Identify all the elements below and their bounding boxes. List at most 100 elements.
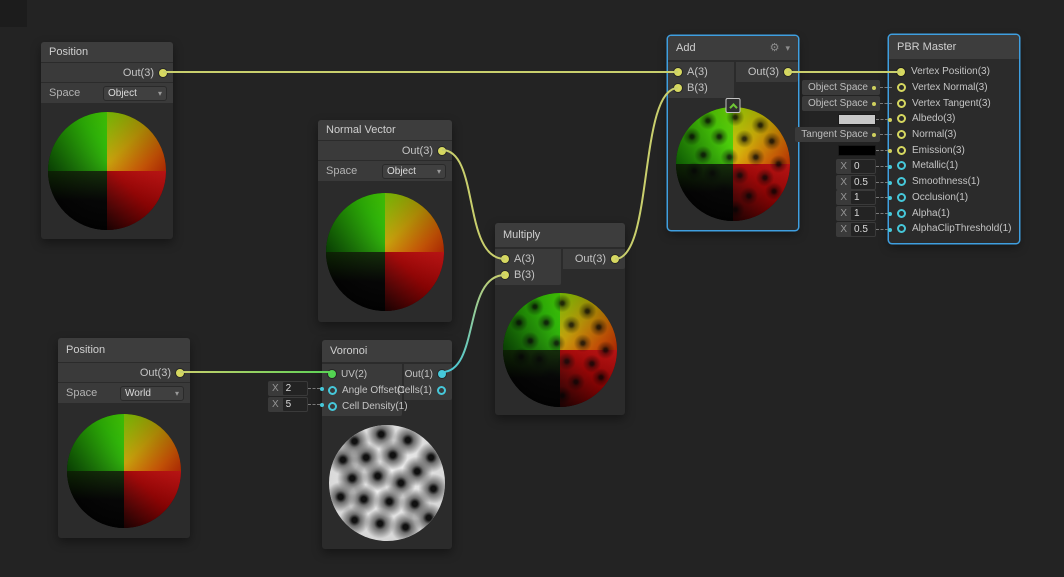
vector1-field[interactable]: X 0 [836,159,876,174]
chevron-down-icon: ▾ [437,167,441,176]
preview-sphere [67,414,181,528]
collapse-preview-button[interactable] [726,98,741,113]
node-title-bar[interactable]: Voronoi [322,340,452,362]
input-port-albedo3[interactable] [897,114,906,123]
input-port-vertex-tangent3[interactable] [897,99,906,108]
vector1-field[interactable]: X 2 [268,381,308,396]
port-label: B(3) [687,82,708,94]
port-row-albedo: Albedo(3) [889,111,1019,127]
widget-connector [876,197,888,198]
chevron-down-icon[interactable]: ▾ [785,44,790,53]
port-label: Vertex Tangent(3) [912,98,991,109]
port-label: Albedo(3) [912,113,955,124]
port-label: AlphaClipThreshold(1) [912,223,1012,234]
widget-connector [876,150,888,151]
widget-connector [876,119,888,120]
shader-graph-canvas[interactable]: Position Out(3) Space Object ▾ Normal Ve… [0,0,1064,577]
input-port-cell-density1[interactable] [328,402,337,411]
widget-connector [308,404,320,405]
vector1-field[interactable]: X 0.5 [836,222,876,237]
node-title-bar[interactable]: PBR Master [889,35,1019,59]
node-title-bar[interactable]: Position [41,42,173,62]
preview-sphere [326,193,444,311]
canvas-corner-patch [0,0,27,27]
node-title-bar[interactable]: Add ⚙ ▾ [668,36,798,60]
node-voronoi[interactable]: Voronoi UV(2) Angle Offset(1) Cell Densi… [322,340,452,549]
value-input[interactable]: 0.5 [851,223,875,236]
input-port-angle-offset1[interactable] [328,386,337,395]
axis-label: X [836,177,851,188]
vector1-field[interactable]: X 1 [836,206,876,221]
port-label: Emission(3) [912,145,965,156]
port-label: A(3) [514,253,535,265]
input-port-metallic1[interactable] [897,161,906,170]
port-row-occlusion: Occlusion(1) [889,190,1019,206]
node-add[interactable]: Add ⚙ ▾ A(3) B(3) Out(3) [668,36,798,230]
value-input[interactable]: 1 [851,207,875,220]
input-port-emission3[interactable] [897,146,906,155]
space-label: Space [66,387,97,399]
node-title-bar[interactable]: Multiply [495,223,625,247]
node-pbr-master[interactable]: PBR Master Vertex Position(3) Vertex Nor… [889,35,1019,243]
port-row-smoothness: Smoothness(1) [889,174,1019,190]
input-port-row-uv: UV(2) [322,366,402,382]
node-position-object[interactable]: Position Out(3) Space Object ▾ [41,42,173,239]
space-tag[interactable]: Object Space [802,96,880,111]
output-port-cells1[interactable] [437,386,446,395]
port-label: Out(1) [405,369,433,380]
port-row-metallic: Metallic(1) [889,158,1019,174]
port-label: Vertex Normal(3) [912,82,988,93]
space-value: Object [108,88,137,99]
widget-connector [308,388,320,389]
input-port-alpha1[interactable] [897,209,906,218]
normal-space-widget: Tangent Space [795,127,892,142]
space-dropdown[interactable]: World ▾ [120,386,184,401]
gear-icon[interactable]: ⚙ [770,43,780,54]
widget-port-dot [872,102,876,106]
space-tag[interactable]: Tangent Space [795,127,880,142]
node-title-bar[interactable]: Normal Vector [318,120,452,140]
preview-sphere [676,107,790,221]
node-normal-vector[interactable]: Normal Vector Out(3) Space Object ▾ [318,120,452,322]
input-port-occlusion1[interactable] [897,193,906,202]
axis-label: X [268,399,283,410]
value-input[interactable]: 0 [851,160,875,173]
alpha-field-widget: X 1 [836,206,892,221]
vector1-field[interactable]: X 5 [268,397,308,412]
output-port-row-out: Out(1) [404,366,452,382]
space-value: World [125,388,151,399]
input-port-smoothness1[interactable] [897,177,906,186]
space-tag[interactable]: Object Space [802,80,880,95]
vector1-field[interactable]: X 1 [836,190,876,205]
input-port-alphaclipthreshold1[interactable] [897,224,906,233]
vertex-tangent-space-widget: Object Space [802,96,892,111]
vertex-normal-space-widget: Object Space [802,80,892,95]
port-row-vertex-position: Vertex Position(3) [889,64,1019,80]
node-multiply[interactable]: Multiply A(3) B(3) Out(3) [495,223,625,415]
value-input[interactable]: 2 [283,382,307,395]
space-dropdown[interactable]: Object ▾ [382,164,446,179]
voronoi-cell-density-field: X 5 [268,397,324,412]
port-label: Out(3) [140,367,171,379]
port-label: Cell Density(1) [342,401,408,412]
node-position-world[interactable]: Position Out(3) Space World ▾ [58,338,190,538]
space-dropdown[interactable]: Object ▾ [103,86,167,101]
value-input[interactable]: 5 [283,398,307,411]
preview-voronoi-sphere [329,425,445,541]
color-swatch[interactable] [838,114,876,125]
widget-connector [876,229,888,230]
input-port-vertex-normal3[interactable] [897,83,906,92]
widget-port-dot [888,118,892,122]
value-input[interactable]: 0.5 [851,176,875,189]
widget-connector [880,87,892,88]
node-preview [318,181,452,322]
node-title-bar[interactable]: Position [58,338,190,362]
port-label: UV(2) [341,369,367,380]
widget-port-dot [888,181,892,185]
widget-connector [876,166,888,167]
color-swatch[interactable] [838,145,876,156]
vector1-field[interactable]: X 0.5 [836,175,876,190]
value-input[interactable]: 1 [851,191,875,204]
space-value: Object [387,166,416,177]
input-port-normal3[interactable] [897,130,906,139]
